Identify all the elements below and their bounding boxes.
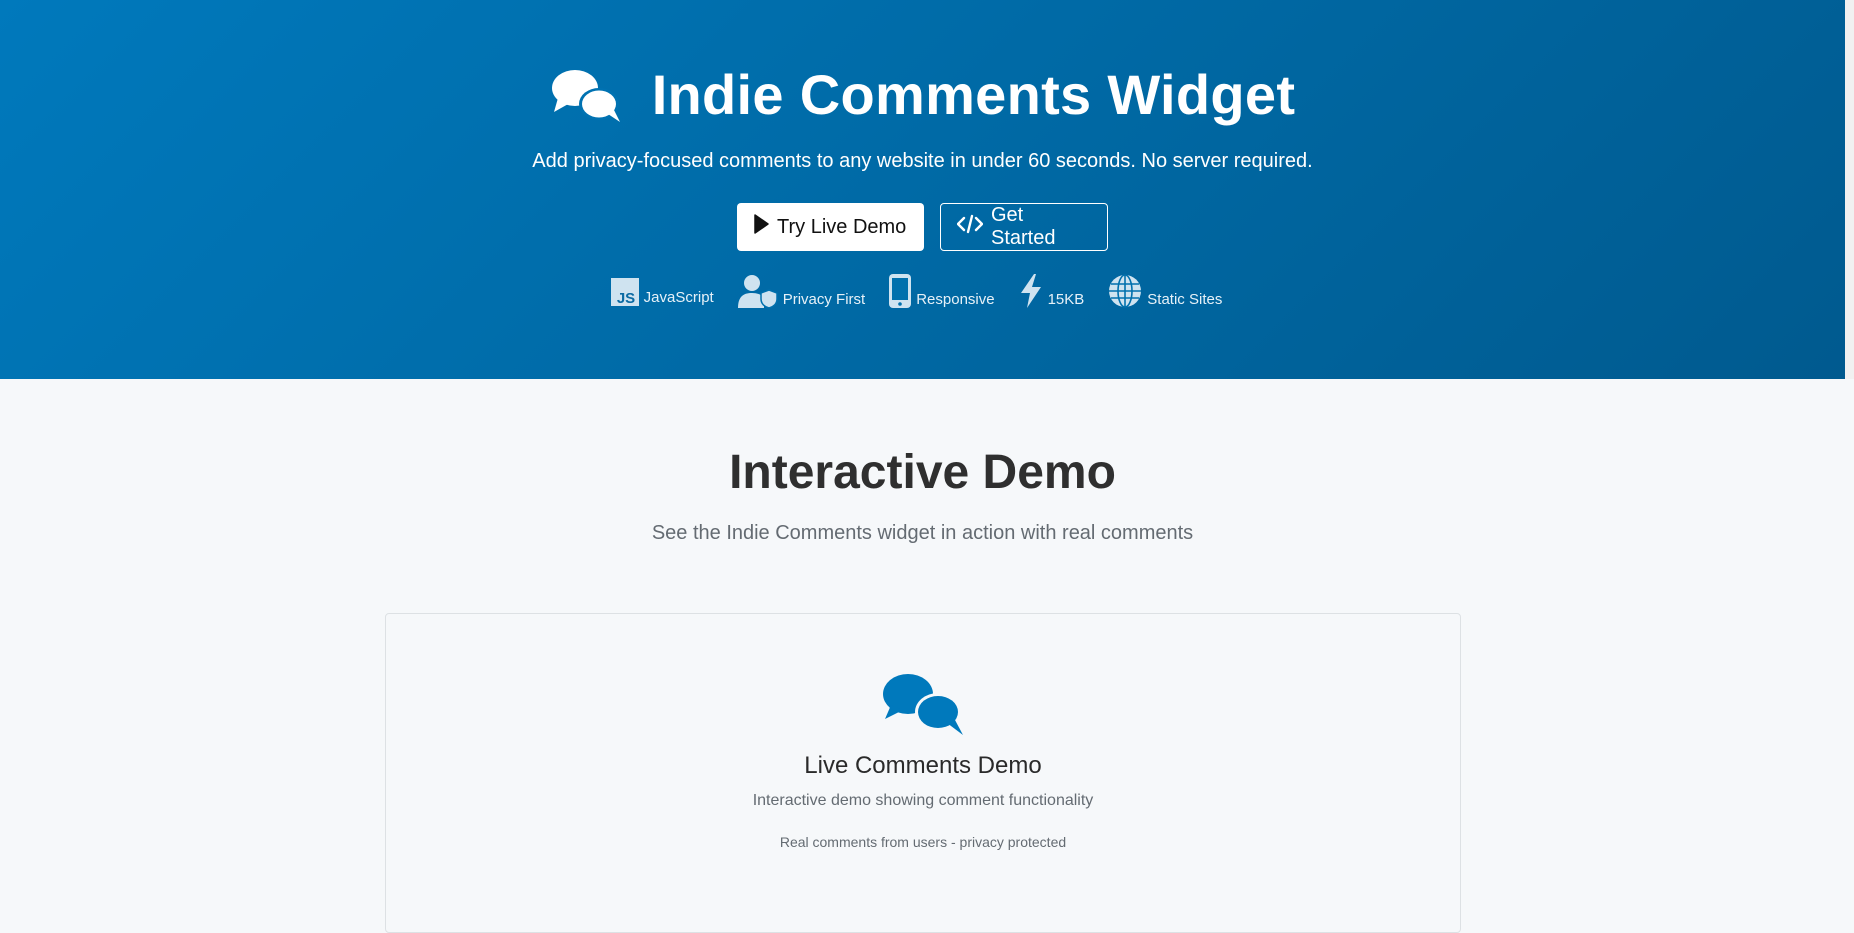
feature-label: Privacy First — [782, 291, 866, 308]
code-icon — [956, 214, 984, 240]
feature-label: 15KB — [1047, 291, 1085, 308]
demo-card: Live Comments Demo Interactive demo show… — [385, 613, 1461, 933]
feature-responsive: Responsive — [889, 274, 995, 308]
svg-text:JS: JS — [616, 290, 634, 306]
bolt-icon — [1019, 274, 1043, 308]
feature-privacy: Privacy First — [737, 274, 866, 308]
try-live-demo-button[interactable]: Try Live Demo — [737, 203, 924, 251]
mobile-icon — [889, 274, 912, 308]
feature-label: Responsive — [916, 291, 995, 308]
card-title: Live Comments Demo — [804, 752, 1042, 779]
comments-icon — [386, 671, 1460, 737]
demo-heading: Interactive Demo — [729, 446, 1116, 499]
card-description: Interactive demo showing comment functio… — [752, 792, 1094, 809]
play-icon — [753, 214, 769, 240]
hero-section: Indie Comments Widget Add privacy-focuse… — [0, 0, 1845, 379]
feature-size: 15KB — [1019, 274, 1085, 308]
feature-label: Static Sites — [1147, 291, 1223, 308]
scrollbar[interactable] — [1845, 0, 1854, 379]
try-live-demo-label: Try Live Demo — [777, 215, 907, 238]
card-note: Real comments from users - privacy prote… — [779, 834, 1067, 850]
hero-title: Indie Comments Widget — [651, 63, 1296, 126]
feature-badges: JS JavaScript Privacy First Responsive 1… — [0, 274, 1845, 308]
feature-static-sites: Static Sites — [1108, 274, 1222, 308]
hero-tagline: Add privacy-focused comments to any webs… — [532, 150, 1313, 172]
feature-javascript: JS JavaScript — [610, 276, 714, 306]
globe-icon — [1108, 274, 1142, 308]
hero-actions: Try Live Demo Get Started — [0, 203, 1845, 251]
get-started-button[interactable]: Get Started — [940, 203, 1108, 251]
javascript-icon: JS — [610, 276, 639, 306]
get-started-label: Get Started — [991, 204, 1056, 249]
demo-subheading: See the Indie Comments widget in action … — [651, 522, 1194, 544]
feature-label: JavaScript — [643, 289, 714, 306]
comments-icon — [550, 66, 622, 124]
user-shield-icon — [737, 274, 778, 308]
hero-title-row: Indie Comments Widget — [0, 62, 1845, 127]
